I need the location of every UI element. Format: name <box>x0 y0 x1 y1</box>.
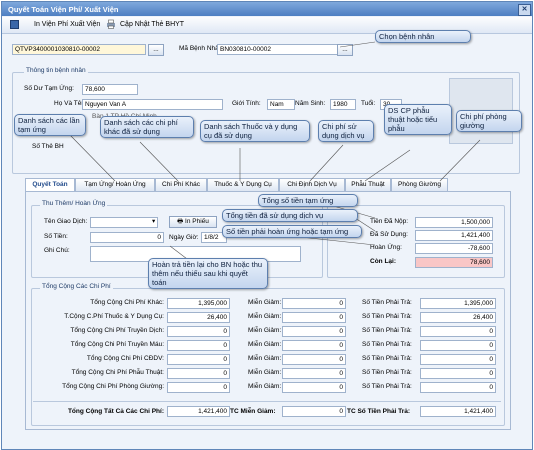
callout-surgery: DS CP phẫu thuật hoặc tiểu phẫu <box>384 104 452 135</box>
callout-drugs: Danh sách Thuốc và y dụng cụ đã sử dụng <box>200 120 310 142</box>
line-surgery <box>364 149 411 182</box>
callout-total-deposit: Tổng số tiền tạm ứng <box>258 194 358 207</box>
line-deposit <box>69 134 116 182</box>
callout-services: Chi phí sử dụng dịch vụ <box>318 120 374 142</box>
callout-total-used: Tổng tiền đã sử dụng dịch vụ <box>222 209 358 222</box>
callout-must-refund: Số tiền phải hoàn ứng hoặc tạm ứng <box>222 225 362 238</box>
callout-choose-patient: Chọn bệnh nhân <box>375 30 471 43</box>
line-choose-patient <box>339 41 376 48</box>
callout-deposit-list: Danh sách các lần tạm ứng <box>14 114 86 136</box>
line-room <box>439 139 481 182</box>
callout-other-costs: Danh sách các chi phí khác đã sử dụng <box>100 116 194 138</box>
callout-room: Chi phí phòng giường <box>456 110 522 132</box>
callout-refund-note: Hoàn trả tiền lại cho BN hoặc thu thêm n… <box>148 258 268 289</box>
line-must-refund <box>299 236 376 246</box>
line-services <box>309 144 344 182</box>
line-other <box>139 141 179 182</box>
